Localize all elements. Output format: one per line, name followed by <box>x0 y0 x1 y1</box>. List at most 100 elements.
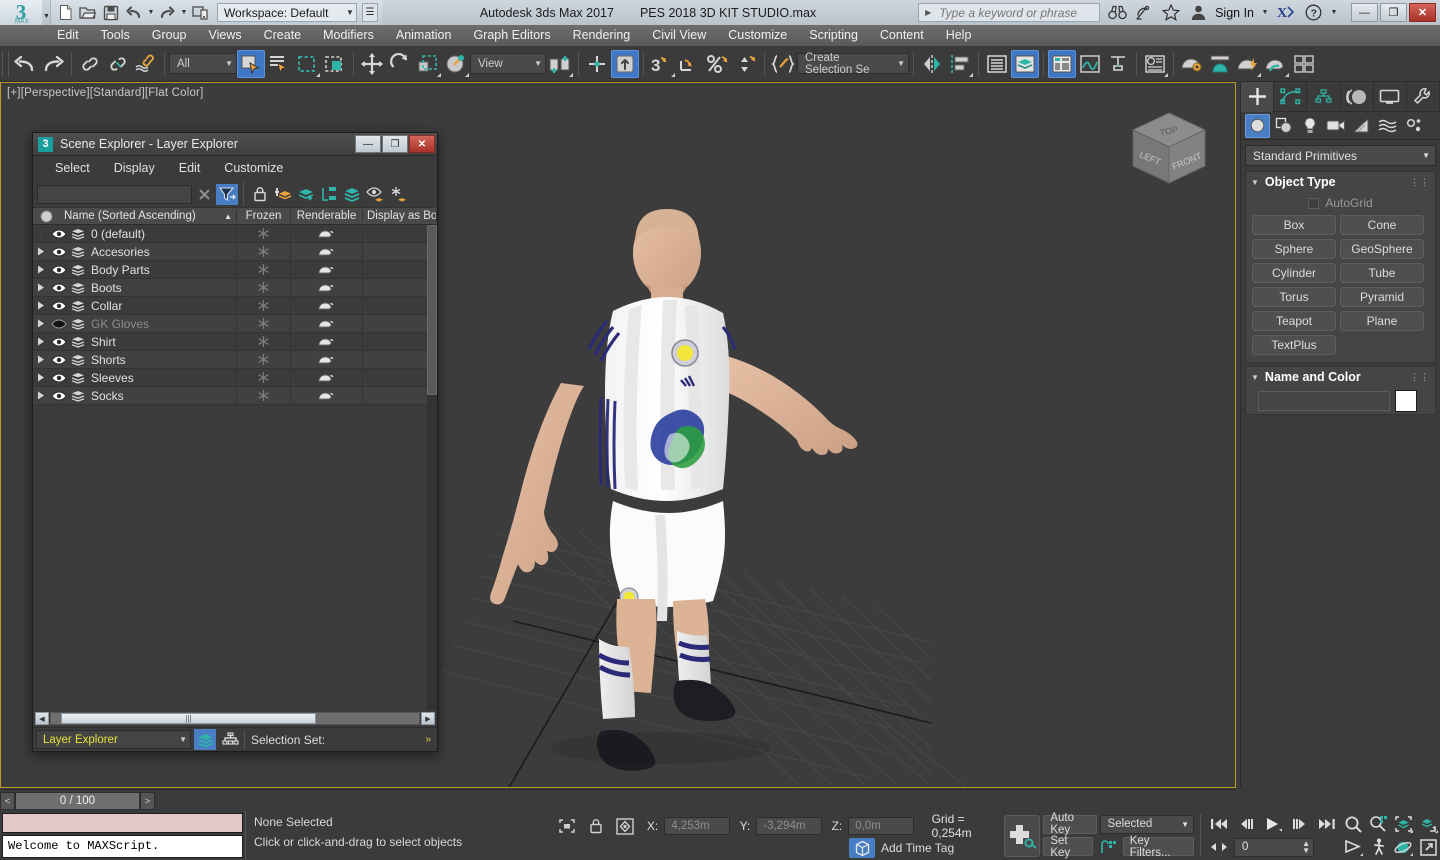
key-mode-toggle-icon[interactable] <box>1096 837 1119 857</box>
select-and-scale-icon[interactable] <box>414 50 442 78</box>
search-box[interactable]: ▶ Type a keyword or phrase <box>918 3 1100 22</box>
menu-item-rendering[interactable]: Rendering <box>562 25 642 46</box>
absolute-relative-mode-icon[interactable] <box>614 816 637 836</box>
display-as-box-cell[interactable] <box>363 297 437 315</box>
previous-frame-icon[interactable] <box>1234 814 1258 834</box>
selection-lock-icon[interactable] <box>584 816 607 836</box>
maxscript-mini-listener[interactable]: Welcome to MAXScript. <box>0 811 245 860</box>
expand-arrow-icon[interactable] <box>33 319 49 328</box>
walk-through-icon[interactable] <box>1366 837 1390 857</box>
snaps-3d-toggle-icon[interactable]: 3 <box>648 50 676 78</box>
zoom-extents-icon[interactable] <box>1391 814 1415 834</box>
y-field[interactable]: -3,294m <box>756 817 821 835</box>
zoom-all-icon[interactable] <box>1366 814 1390 834</box>
display-as-box-cell[interactable] <box>363 243 437 261</box>
menu-item-content[interactable]: Content <box>869 25 935 46</box>
restore-button[interactable]: ❐ <box>1380 3 1407 22</box>
key-step-icon[interactable] <box>1207 837 1231 857</box>
render-production-icon[interactable] <box>1234 50 1262 78</box>
unlink-selection-icon[interactable] <box>104 50 132 78</box>
menu-item-edit[interactable]: Edit <box>46 25 90 46</box>
renderable-cell-icon[interactable] <box>291 261 363 279</box>
app-menu-caret-icon[interactable]: ▼ <box>43 13 50 20</box>
scene-explorer-dialog[interactable]: 3 Scene Explorer - Layer Explorer — ❐ ✕ … <box>32 132 438 752</box>
frozen-cell-icon[interactable] <box>237 315 291 333</box>
binoculars-icon[interactable] <box>1107 3 1127 23</box>
spinner-arrows-icon[interactable]: ▲▼ <box>1302 840 1310 854</box>
workspace-overflow-icon[interactable]: ☰ <box>362 3 378 22</box>
explorer-mode-combo[interactable]: Layer Explorer ▼ <box>36 730 191 749</box>
sign-in-button[interactable]: Sign In <box>1215 6 1254 20</box>
table-row[interactable]: Shirt <box>33 333 437 351</box>
layer-name[interactable]: Socks <box>87 387 237 405</box>
favorites-star-icon[interactable] <box>1161 3 1181 23</box>
placement-tool-icon[interactable] <box>442 50 470 78</box>
menu-item-group[interactable]: Group <box>141 25 198 46</box>
layer-explorer-mode-icon[interactable] <box>194 729 216 750</box>
create-geometry-icon[interactable] <box>1245 114 1270 138</box>
edit-named-selection-sets-icon[interactable] <box>769 50 797 78</box>
named-selection-set-combo[interactable]: Create Selection Se ▼ <box>797 53 909 74</box>
redo-icon[interactable] <box>157 2 178 23</box>
header-select-all-radio[interactable] <box>33 210 59 223</box>
orbit-icon[interactable] <box>1391 837 1415 857</box>
undo-dropdown-icon[interactable]: ▼ <box>147 9 155 16</box>
close-button[interactable]: ✕ <box>1409 3 1436 22</box>
layer-name[interactable]: Shorts <box>87 351 237 369</box>
new-file-icon[interactable] <box>55 2 76 23</box>
object-color-swatch[interactable] <box>1395 390 1417 412</box>
layer-name[interactable]: Boots <box>87 279 237 297</box>
create-textplus-button[interactable]: TextPlus <box>1252 335 1336 355</box>
autogrid-row[interactable]: AutoGrid <box>1252 196 1429 210</box>
visible-eye-icon[interactable] <box>49 373 69 383</box>
selection-lock-region-icon[interactable] <box>555 816 578 836</box>
frame-indicator[interactable]: 0 / 100 <box>15 792 140 810</box>
renderable-cell-icon[interactable] <box>291 297 363 315</box>
add-time-tag-group[interactable]: Add Time Tag <box>849 838 954 858</box>
renderable-cell-icon[interactable] <box>291 315 363 333</box>
set-current-layer-icon[interactable] <box>341 184 363 205</box>
zoom-icon[interactable] <box>1341 814 1365 834</box>
column-header-name[interactable]: Name (Sorted Ascending) ▲ <box>59 210 237 222</box>
lock-selection-icon[interactable] <box>249 184 271 205</box>
column-header-renderable[interactable]: Renderable <box>291 210 363 222</box>
table-row[interactable]: Body Parts <box>33 261 437 279</box>
layer-name[interactable]: Accesories <box>87 243 237 261</box>
workspace-selector[interactable]: Workspace: Default ▼ <box>217 3 357 22</box>
expand-arrow-icon[interactable] <box>33 355 49 364</box>
selection-filter-combo[interactable]: All ▼ <box>169 53 237 74</box>
mirror-icon[interactable] <box>918 50 946 78</box>
expand-arrow-icon[interactable] <box>33 337 49 346</box>
layer-name[interactable]: Sleeves <box>87 369 237 387</box>
field-of-view-icon[interactable] <box>1341 837 1365 857</box>
user-avatar-icon[interactable] <box>1188 3 1208 23</box>
app-logo-icon[interactable]: 3MAX <box>0 0 42 25</box>
project-folder-icon[interactable] <box>190 2 211 23</box>
renderable-cell-icon[interactable] <box>291 333 363 351</box>
visible-eye-icon[interactable] <box>49 265 69 275</box>
create-cone-button[interactable]: Cone <box>1340 215 1424 235</box>
select-and-rotate-icon[interactable] <box>386 50 414 78</box>
expand-arrow-icon[interactable] <box>33 301 49 310</box>
scene-explorer-minimize-button[interactable]: — <box>355 135 381 153</box>
create-cameras-icon[interactable] <box>1323 114 1348 138</box>
renderable-cell-icon[interactable] <box>291 279 363 297</box>
scene-explorer-restore-button[interactable]: ❐ <box>382 135 408 153</box>
set-key-large-button[interactable] <box>1004 815 1040 857</box>
hide-unhide-layer-icon[interactable] <box>364 184 386 205</box>
menu-item-create[interactable]: Create <box>253 25 313 46</box>
object-name-input[interactable] <box>1258 391 1390 411</box>
select-and-link-icon[interactable] <box>76 50 104 78</box>
layer-list-hscroll[interactable]: ◀ ||| ▶ <box>33 710 437 727</box>
create-geosphere-button[interactable]: GeoSphere <box>1340 239 1424 259</box>
table-row[interactable]: Socks <box>33 387 437 405</box>
filter-toggle-icon[interactable] <box>216 184 238 205</box>
snaps-toggle-icon[interactable] <box>611 50 639 78</box>
menu-item-views[interactable]: Views <box>197 25 252 46</box>
menu-item-animation[interactable]: Animation <box>385 25 463 46</box>
z-field[interactable]: 0,0m <box>848 817 913 835</box>
help-dropdown-icon[interactable]: ▼ <box>1330 9 1338 16</box>
se-menu-customize[interactable]: Customize <box>212 156 295 181</box>
se-menu-select[interactable]: Select <box>43 156 102 181</box>
clear-find-icon[interactable] <box>193 184 215 205</box>
